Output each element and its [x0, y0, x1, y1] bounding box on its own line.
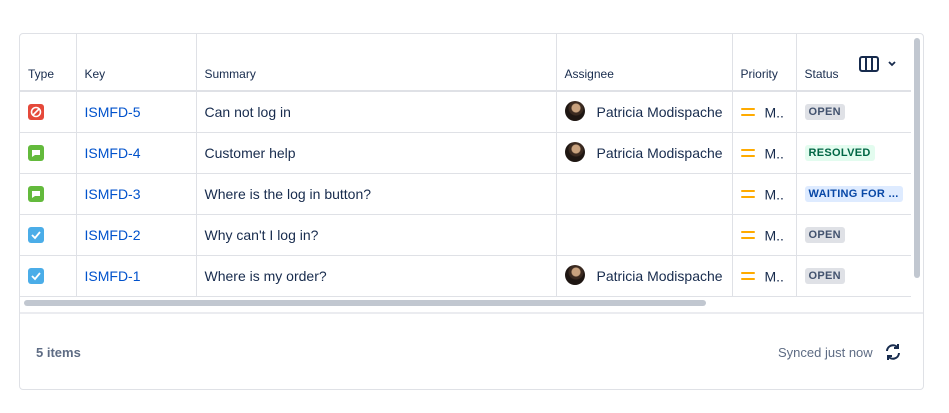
issue-summary: Where is the log in button?	[204, 185, 372, 202]
priority-label: M..	[764, 104, 784, 121]
key-cell: ISMFD-1	[76, 255, 197, 297]
status-cell: OPEN	[796, 255, 911, 297]
columns-icon	[859, 56, 896, 72]
status-cell: RESOLVED	[796, 132, 911, 174]
type-cell	[20, 91, 77, 133]
summary-cell: Where is my order?	[196, 255, 557, 297]
table-viewport: Type Key Summary Assignee Priority Statu…	[20, 34, 911, 297]
assignee-cell	[556, 173, 733, 215]
issue-summary: Why can't I log in?	[204, 226, 319, 243]
footer-divider	[20, 312, 923, 314]
priority-cell: M..	[732, 255, 797, 297]
summary-cell: Can not log in	[196, 91, 557, 133]
key-cell: ISMFD-3	[76, 173, 197, 215]
table-row[interactable]: ISMFD-1 Where is my order? Patricia Modisp…	[20, 255, 911, 297]
priority-medium-icon	[740, 230, 755, 240]
status-badge: OPEN	[804, 104, 845, 121]
column-header-type[interactable]: Type	[20, 34, 77, 92]
issue-summary: Can not log in	[204, 103, 291, 120]
assignee-name: Patricia Modispache	[596, 267, 723, 284]
key-cell: ISMFD-2	[76, 214, 197, 256]
column-header-assignee[interactable]: Assignee	[556, 34, 733, 92]
table-body: ISMFD-5 Can not log in Patricia Modispache…	[20, 91, 911, 297]
column-header-key[interactable]: Key	[76, 34, 197, 92]
priority-medium-icon	[740, 148, 755, 158]
assignee-cell: Patricia Modispache	[556, 255, 733, 297]
assignee-name: Patricia Modispache	[596, 103, 723, 120]
key-cell: ISMFD-4	[76, 132, 197, 174]
vertical-scrollbar-thumb[interactable]	[914, 38, 920, 278]
block-icon	[28, 104, 44, 121]
column-header-summary[interactable]: Summary	[196, 34, 557, 92]
priority-medium-icon	[740, 271, 755, 281]
type-cell	[20, 173, 77, 215]
avatar	[564, 100, 585, 121]
priority-cell: M..	[732, 214, 797, 256]
sync-status: Synced just now	[778, 345, 873, 360]
issue-key-link[interactable]: ISMFD-2	[85, 227, 141, 243]
issue-key-link[interactable]: ISMFD-1	[85, 268, 141, 284]
summary-cell: Customer help	[196, 132, 557, 174]
items-count: 5 items	[36, 345, 81, 360]
refresh-icon	[886, 344, 900, 360]
status-cell: OPEN	[796, 214, 911, 256]
priority-cell: M..	[732, 173, 797, 215]
priority-medium-icon	[740, 107, 755, 117]
summary-cell: Where is the log in button?	[196, 173, 557, 215]
chat-icon	[28, 145, 44, 162]
priority-label: M..	[764, 227, 784, 244]
status-badge: WAITING FOR ...	[804, 186, 903, 203]
refresh-button[interactable]	[883, 342, 903, 362]
status-badge: OPEN	[804, 268, 845, 285]
status-badge: RESOLVED	[804, 145, 875, 162]
checkbox-icon	[28, 227, 44, 244]
assignee-name: Patricia Modispache	[596, 144, 723, 161]
status-cell: OPEN	[796, 91, 911, 133]
summary-cell: Why can't I log in?	[196, 214, 557, 256]
issue-key-link[interactable]: ISMFD-4	[85, 145, 141, 161]
vertical-scrollbar[interactable]	[911, 34, 923, 297]
column-header-priority[interactable]: Priority	[732, 34, 797, 92]
type-cell	[20, 214, 77, 256]
checkbox-icon	[28, 268, 44, 285]
status-cell: WAITING FOR ...	[796, 173, 911, 215]
status-badge: OPEN	[804, 227, 845, 244]
column-picker-button[interactable]	[858, 55, 902, 75]
assignee-cell: Patricia Modispache	[556, 91, 733, 133]
priority-label: M..	[764, 268, 784, 285]
table-row[interactable]: ISMFD-4 Customer help Patricia Modispache M…	[20, 132, 911, 174]
issue-summary: Customer help	[204, 144, 296, 161]
assignee-cell: Patricia Modispache	[556, 132, 733, 174]
priority-label: M..	[764, 186, 784, 203]
table-row[interactable]: ISMFD-2 Why can't I log in? M.. OPEN	[20, 214, 911, 256]
horizontal-scrollbar-thumb[interactable]	[24, 300, 706, 306]
table-header-row: Type Key Summary Assignee Priority Statu…	[20, 34, 911, 92]
assignee-cell	[556, 214, 733, 256]
avatar	[564, 141, 585, 162]
priority-medium-icon	[740, 189, 755, 199]
type-cell	[20, 132, 77, 174]
table-row[interactable]: ISMFD-5 Can not log in Patricia Modispache…	[20, 91, 911, 133]
issues-table-card: Type Key Summary Assignee Priority Statu…	[19, 33, 924, 390]
issue-key-link[interactable]: ISMFD-3	[85, 186, 141, 202]
priority-label: M..	[764, 145, 784, 162]
priority-cell: M..	[732, 132, 797, 174]
key-cell: ISMFD-5	[76, 91, 197, 133]
avatar	[564, 264, 585, 285]
horizontal-scrollbar[interactable]	[20, 297, 911, 309]
issue-key-link[interactable]: ISMFD-5	[85, 104, 141, 120]
chat-icon	[28, 186, 44, 203]
priority-cell: M..	[732, 91, 797, 133]
table-row[interactable]: ISMFD-3 Where is the log in button? M.. WAI…	[20, 173, 911, 215]
issues-table: Type Key Summary Assignee Priority Statu…	[20, 34, 911, 297]
type-cell	[20, 255, 77, 297]
issue-summary: Where is my order?	[204, 267, 327, 284]
